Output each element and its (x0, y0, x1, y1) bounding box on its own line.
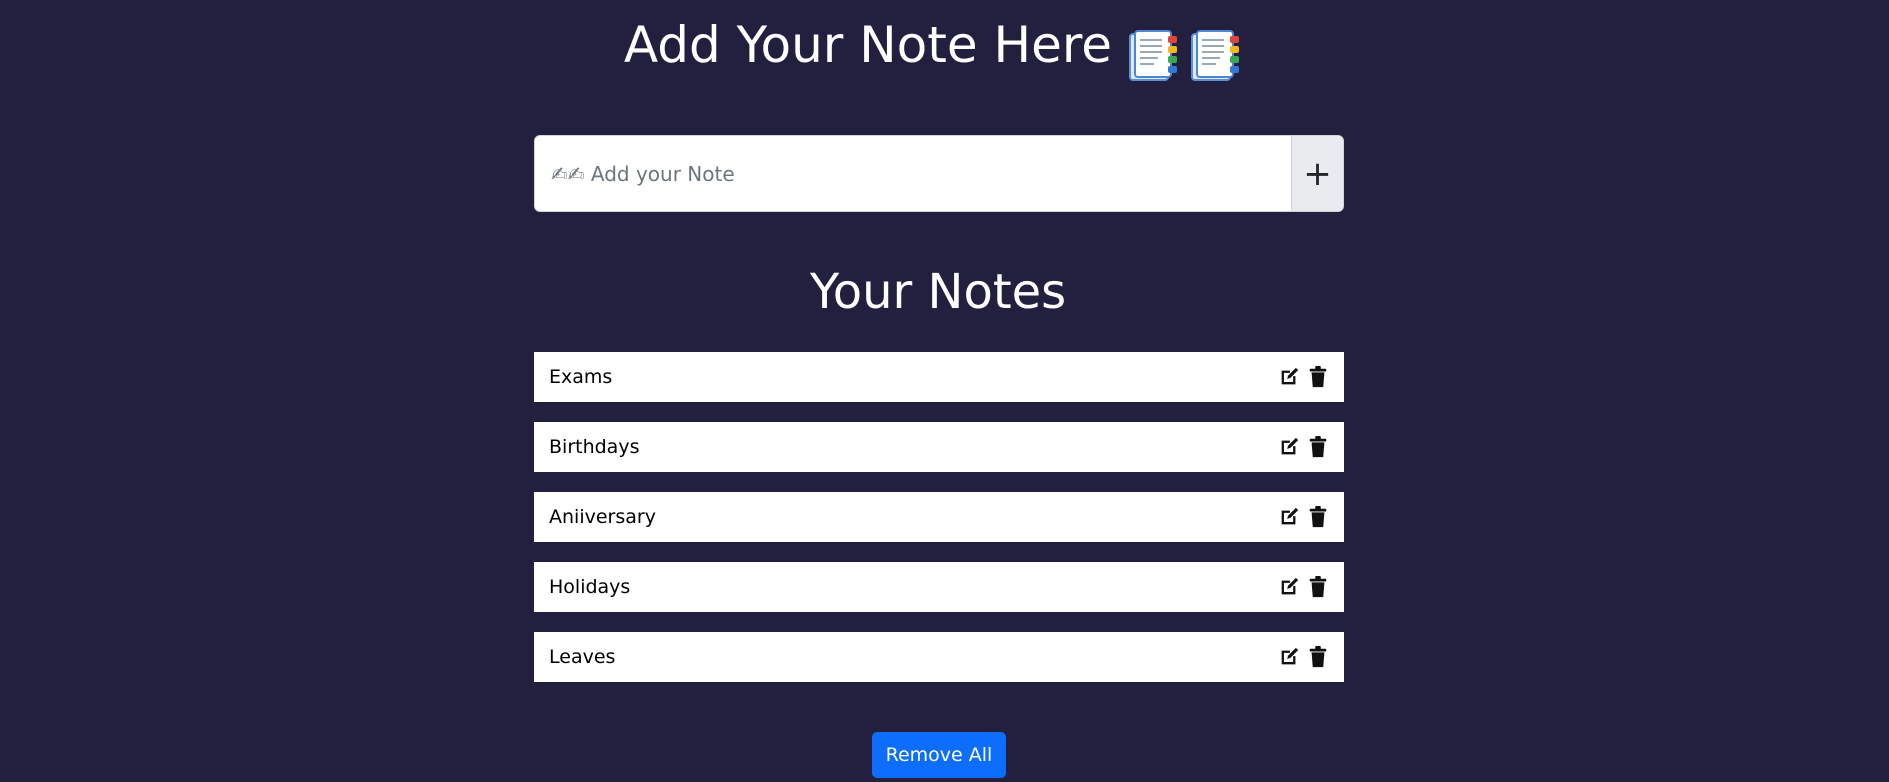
notes-app: Add Your Note Here ✍✍ Add your Note + Yo… (0, 0, 1889, 782)
note-item: Birthdays (534, 422, 1344, 472)
note-actions (1277, 366, 1329, 389)
note-label: Aniiversary (549, 506, 656, 528)
note-input[interactable] (535, 136, 1291, 211)
note-input-group: + (534, 135, 1344, 212)
title-emoji-group (1128, 22, 1252, 84)
add-note-button[interactable]: + (1291, 136, 1343, 211)
note-item: Holidays (534, 562, 1344, 612)
edit-icon[interactable] (1277, 436, 1300, 459)
note-actions (1277, 436, 1329, 459)
note-item: Leaves (534, 632, 1344, 682)
edit-icon[interactable] (1277, 366, 1300, 389)
note-actions (1277, 576, 1329, 599)
trash-icon[interactable] (1306, 506, 1329, 529)
remove-all-button[interactable]: Remove All (872, 732, 1006, 778)
trash-icon[interactable] (1306, 436, 1329, 459)
note-item: Aniiversary (534, 492, 1344, 542)
page-title-text: Add Your Note Here (623, 16, 1113, 74)
note-label: Holidays (549, 576, 631, 598)
note-label: Birthdays (549, 436, 640, 458)
note-actions (1277, 646, 1329, 669)
trash-icon[interactable] (1306, 576, 1329, 599)
trash-icon[interactable] (1306, 646, 1329, 669)
page-title: Add Your Note Here (0, 14, 1876, 84)
notes-list: Exams Birthdays Aniiversary Holidays Lea… (534, 352, 1344, 702)
note-actions (1277, 506, 1329, 529)
bookmark-tabs-icon (1191, 29, 1240, 81)
bookmark-tabs-icon (1129, 29, 1178, 81)
note-label: Exams (549, 366, 613, 388)
trash-icon[interactable] (1306, 366, 1329, 389)
edit-icon[interactable] (1277, 506, 1300, 529)
note-label: Leaves (549, 646, 616, 668)
note-item: Exams (534, 352, 1344, 402)
notes-heading: Your Notes (809, 264, 1067, 320)
edit-icon[interactable] (1277, 646, 1300, 669)
edit-icon[interactable] (1277, 576, 1300, 599)
